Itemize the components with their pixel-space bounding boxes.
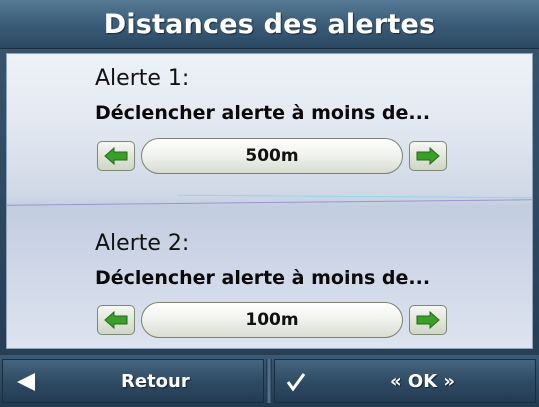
alert-1-value: 500m [245,146,299,166]
alert-2-label: Alerte 2: [95,231,190,256]
alert-1-increase-button[interactable] [409,141,447,171]
alert-1-label: Alerte 1: [95,66,190,91]
ok-button-label: « OK » [390,370,456,392]
back-button[interactable]: Retour [2,359,264,403]
alert-2-value-row: 100m [97,302,447,338]
alert-distances-screen: Distances des alertes Alerte 1: Déclench… [0,0,539,407]
alert-1-value-field[interactable]: 500m [141,138,403,174]
green-arrow-left-icon [104,147,128,165]
button-separator [266,359,272,403]
back-button-label: Retour [121,370,190,392]
bottom-bar: Retour « OK » [0,355,539,407]
alert-2-description: Déclencher alerte à moins de... [95,267,431,289]
triangle-left-icon [15,372,37,396]
page-title: Distances des alertes [103,8,436,40]
alert-1-description: Déclencher alerte à moins de... [95,102,431,124]
content-panel: Alerte 1: Déclencher alerte à moins de..… [6,53,533,349]
green-arrow-left-icon [104,311,128,329]
green-arrow-right-icon [416,147,440,165]
title-bar: Distances des alertes [0,0,539,49]
alert-2-value: 100m [245,310,299,330]
alert-2-increase-button[interactable] [409,305,447,335]
alert-1-value-row: 500m [97,138,447,174]
green-arrow-right-icon [416,311,440,329]
divider-line [7,199,532,206]
alert-1-decrease-button[interactable] [97,141,135,171]
alert-2-decrease-button[interactable] [97,305,135,335]
ok-button[interactable]: « OK » [274,359,536,403]
divider-line-accent [177,194,532,199]
checkmark-icon [285,372,307,396]
alert-2-value-field[interactable]: 100m [141,302,403,338]
